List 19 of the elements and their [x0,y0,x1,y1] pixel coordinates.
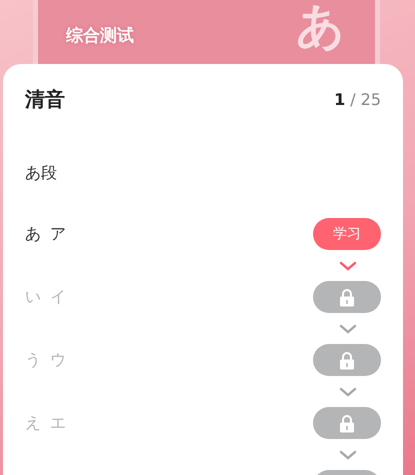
locked-button[interactable] [313,407,381,439]
panel-title: 清音 [25,86,65,113]
progress-total: 25 [360,90,381,109]
kana-label: い イ [25,286,68,308]
lock-icon [339,414,355,432]
banner-title: 综合测试 [66,25,134,47]
banner-glyph: あ [296,2,345,56]
study-button[interactable]: 学习 [313,218,381,250]
kana-label: あ ア [25,224,68,244]
locked-button[interactable] [313,281,381,313]
kana-label: う ウ [25,350,68,370]
progress-current: 1 [334,90,346,109]
locked-button[interactable] [313,344,381,376]
lock-icon [339,288,355,306]
lock-icon [339,350,355,370]
section-title: あ段 [25,163,58,184]
kana-label: え エ [25,412,68,434]
progress-separator: / [350,90,356,109]
banner-card[interactable]: 综合测试 あ [33,0,380,64]
